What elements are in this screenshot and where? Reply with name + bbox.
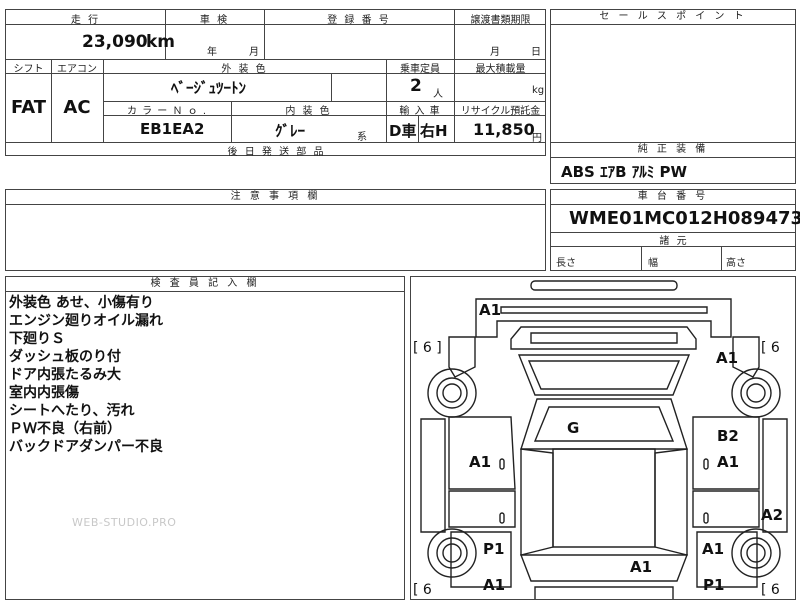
interior-color-suffix: 系 [357, 132, 367, 143]
vehicle-info-table: 走 行 車 検 登 録 番 号 譲渡書類期限 23,090 km 年 月 月 日… [5, 9, 546, 158]
mileage-header: 走 行 [70, 15, 101, 26]
color-no-header: カ ラ ー Ｎ ｏ . [126, 106, 208, 117]
mark-right-rear-bumper: P1 [703, 576, 725, 594]
recycle-unit: 円 [532, 133, 542, 144]
inspector-box: 検 査 員 記 入 欄 外装色 あせ、小傷有り エンジン廻りオイル漏れ 下廻りＳ… [5, 276, 405, 600]
mark-left-front-door: A1 [469, 453, 492, 471]
chassis-number-value: WME01MC012H089473 [569, 208, 800, 229]
tread-depth-front-right: [ 6 [761, 340, 780, 356]
mark-left-rear-fender: P1 [483, 540, 505, 558]
inspection-month-label: 月 [249, 47, 259, 58]
inspector-note-line: ダッシュ板のり付 [9, 349, 121, 365]
width-label: 幅 [648, 258, 658, 269]
tread-depth-front-left: [ 6 ] [413, 340, 442, 356]
notes-header: 注 意 事 項 欄 [6, 190, 545, 205]
inspector-note-line: バックドアダンパー不良 [9, 439, 163, 455]
parts-header: 後 日 発 送 部 品 [227, 147, 326, 158]
tread-depth-rear-left: [ 6 [413, 582, 432, 598]
exterior-color-header: 外 装 色 [221, 64, 268, 75]
mark-right-front-door-2: A1 [717, 453, 740, 471]
transfer-month-label: 月 [490, 47, 500, 58]
mark-right-rear-quarter: A2 [761, 506, 784, 524]
inspector-note-line: 下廻りＳ [9, 331, 65, 347]
exterior-color-value: ﾍﾞｰｼﾞｭﾂｰﾄﾝ [171, 79, 247, 97]
height-label: 高さ [726, 258, 746, 269]
maxload-header: 最大積載量 [475, 64, 526, 75]
sales-points-header: セ ー ル ス ポ イ ン ト [551, 10, 795, 25]
inspector-header: 検 査 員 記 入 欄 [6, 277, 404, 292]
aircon-value: AC [63, 97, 91, 118]
capacity-value: 2 [410, 76, 422, 96]
sales-points-box: セ ー ル ス ポ イ ン ト [550, 9, 796, 144]
inspector-note-line: ドア内張たるみ大 [9, 367, 121, 383]
mark-front-bumper: A1 [479, 301, 502, 319]
maxload-unit: kg [532, 85, 545, 96]
interior-color-value: ｸﾞﾚｰ [275, 122, 306, 140]
watermark: WEB-STUDIO.PRO [72, 516, 177, 529]
mileage-value: 23,090 [82, 32, 148, 52]
import-drive-value: D車 [389, 122, 417, 140]
inspector-note-line: 外装色 あせ、小傷有り [9, 295, 154, 311]
tread-depth-rear-right: [ 6 [761, 582, 780, 598]
import-handle-value: 右H [420, 122, 448, 140]
equipment-header: 純 正 装 備 [551, 143, 795, 158]
inspector-note-line: ＰＷ不良（右前） [9, 421, 121, 437]
inspector-note-line: シートへたり、汚れ [9, 403, 135, 419]
inspection-header: 車 検 [199, 15, 230, 26]
capacity-unit: 人 [433, 89, 443, 100]
mark-front-right-fender: A1 [716, 349, 739, 367]
mark-left-rear-bumper: A1 [483, 576, 506, 594]
inspection-year-label: 年 [207, 47, 217, 58]
inspector-note-line: エンジン廻りオイル漏れ [9, 313, 163, 329]
chassis-box: 車 台 番 号 WME01MC012H089473 諸 元 長さ 幅 高さ [550, 189, 800, 271]
color-no-value: EB1EA2 [140, 120, 205, 138]
capacity-header: 乗車定員 [400, 64, 440, 75]
recycle-header: リサイクル預託金 [460, 106, 541, 117]
import-header: 輸 入 車 [399, 106, 441, 117]
mark-rear-center: A1 [630, 558, 653, 576]
equipment-value: ABS ｴｱB ｱﾙﾐ PW [561, 163, 687, 181]
equipment-box: 純 正 装 備 ABS ｴｱB ｱﾙﾐ PW [550, 142, 796, 184]
interior-color-header: 内 装 色 [285, 106, 332, 117]
mark-right-front-door: B2 [717, 427, 739, 445]
mileage-unit: km [146, 32, 176, 52]
recycle-value: 11,850 [473, 120, 535, 139]
mark-right-rear-fender: A1 [702, 540, 725, 558]
inspector-notes-list: 外装色 あせ、小傷有り エンジン廻りオイル漏れ 下廻りＳ ダッシュ板のり付 ドア… [9, 294, 163, 456]
damage-diagram: [ 6 ] [ 6 [ 6 [ 6 A1 A1 G B2 A1 A1 A2 P1… [410, 276, 796, 600]
transfer-deadline-header: 譲渡書類期限 [470, 15, 531, 26]
length-label: 長さ [556, 258, 576, 269]
shift-value: FAT [10, 97, 47, 118]
notes-box: 注 意 事 項 欄 [5, 189, 546, 271]
inspector-note-line: 室内内張傷 [9, 385, 79, 401]
dims-header: 諸 元 [659, 236, 689, 247]
transfer-day-label: 日 [531, 47, 541, 58]
chassis-header: 車 台 番 号 [551, 190, 795, 205]
mark-roof: G [567, 419, 580, 437]
registration-header: 登 録 番 号 [327, 15, 391, 26]
